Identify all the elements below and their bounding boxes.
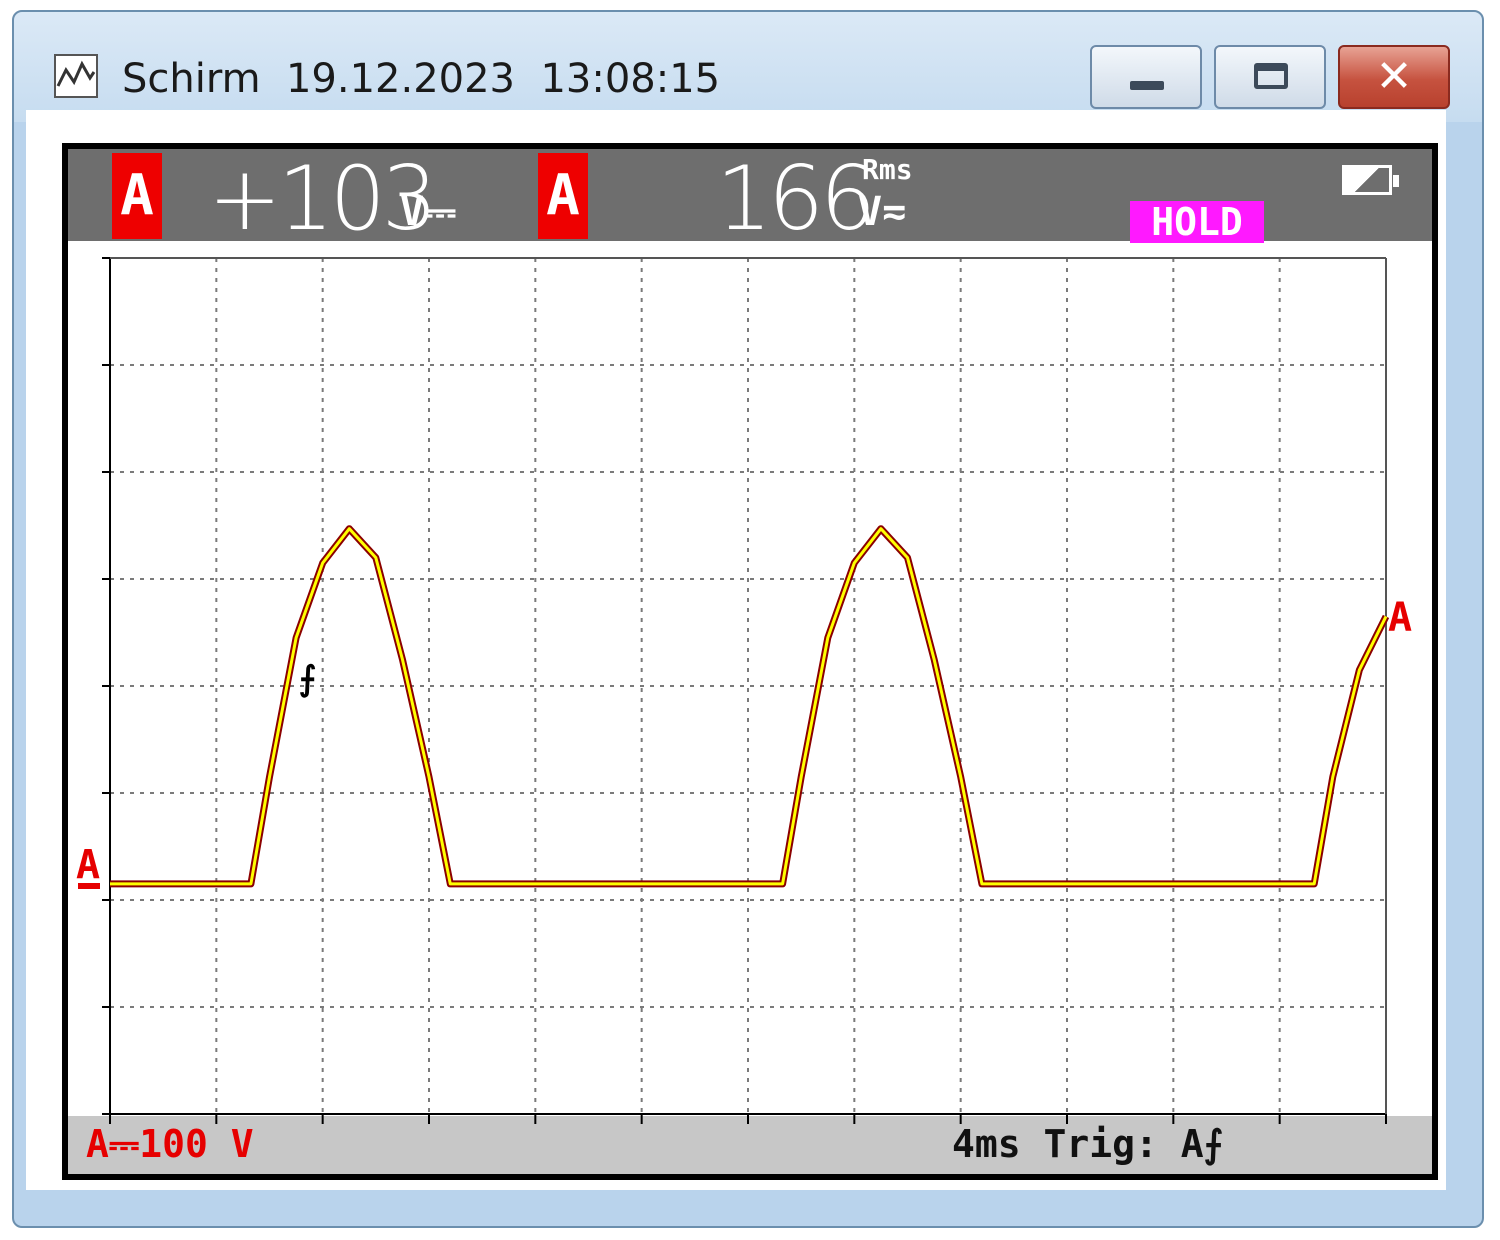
ground-marker: A xyxy=(76,842,100,888)
channel-end-marker: A xyxy=(1388,594,1412,640)
trigger-marker: ⨍ xyxy=(299,659,317,699)
waveform-plot: A A ⨍ xyxy=(76,257,1412,1124)
